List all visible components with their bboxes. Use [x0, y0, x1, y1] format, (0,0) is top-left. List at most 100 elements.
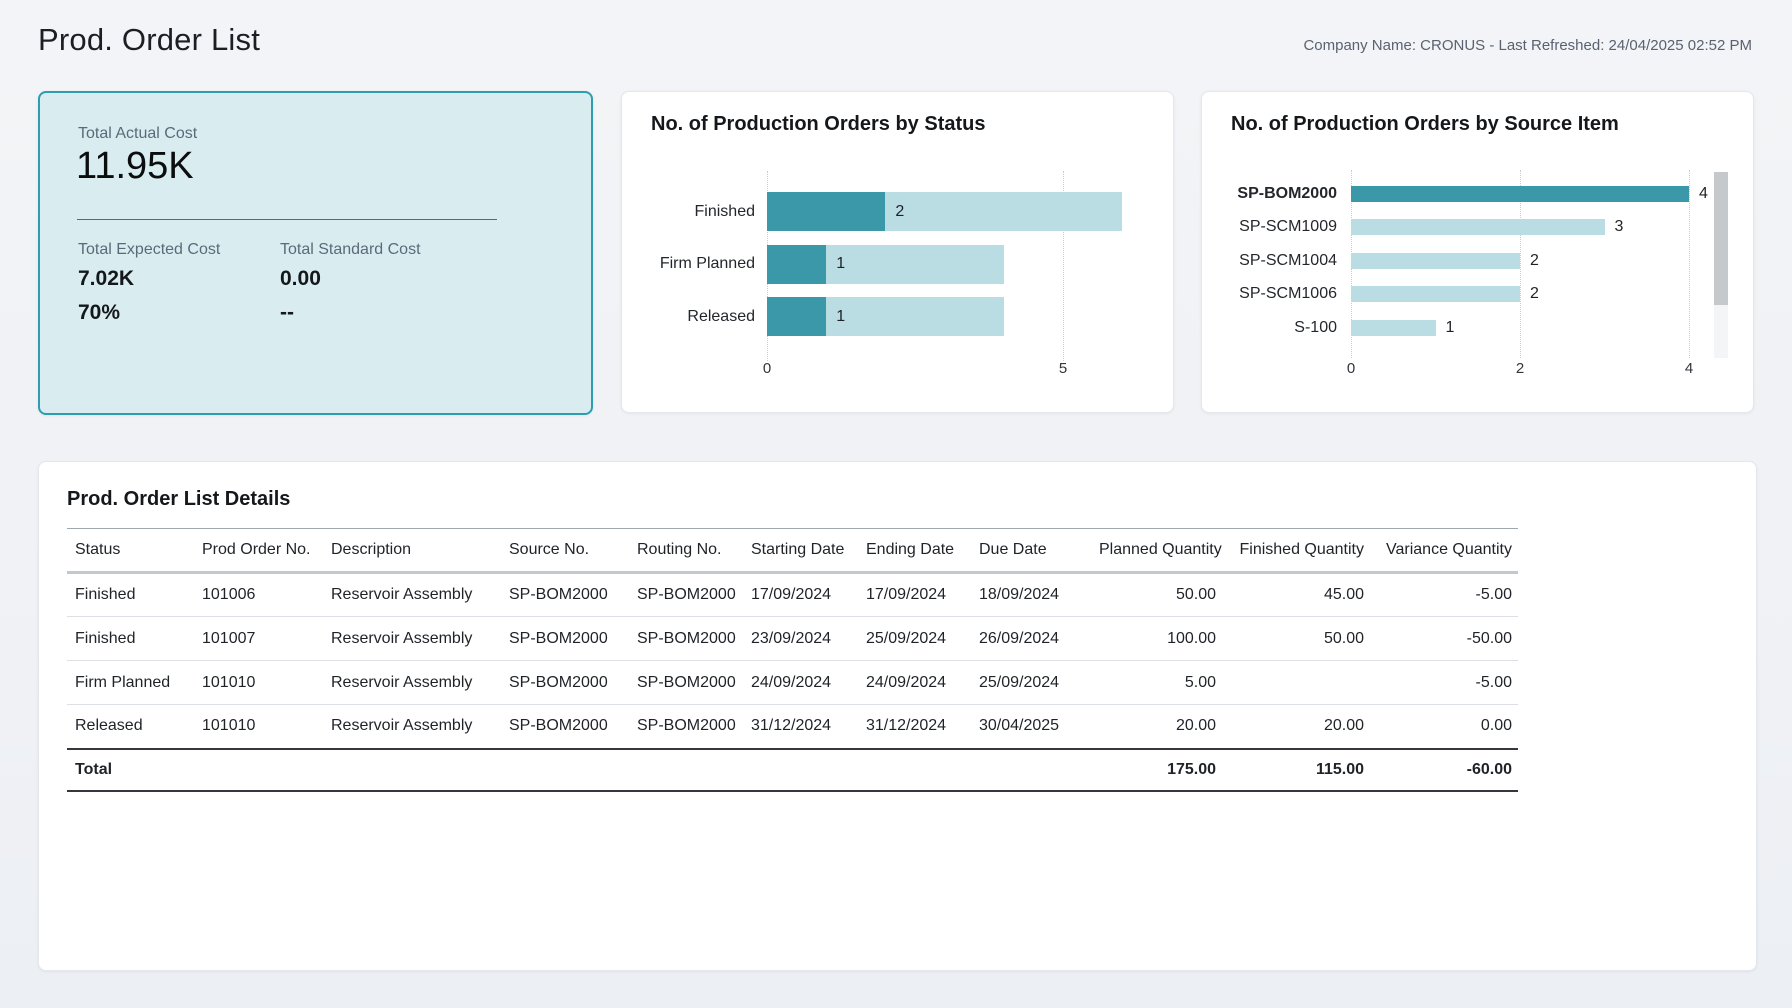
table-cell[interactable]: 31/12/2024 [858, 705, 971, 749]
bar-value-label: 1 [836, 297, 845, 336]
column-header[interactable]: Ending Date [858, 529, 971, 573]
column-header[interactable]: Variance Quantity [1370, 529, 1518, 573]
bar-value-label: 2 [1530, 245, 1539, 277]
total-cell [323, 749, 501, 791]
table-cell[interactable]: 17/09/2024 [743, 573, 858, 617]
table-cell[interactable]: 24/09/2024 [743, 661, 858, 705]
table-cell[interactable]: SP-BOM2000 [501, 661, 629, 705]
total-cell [194, 749, 323, 791]
table-cell[interactable]: 17/09/2024 [858, 573, 971, 617]
table-cell[interactable]: 101006 [194, 573, 323, 617]
table-cell[interactable]: SP-BOM2000 [501, 617, 629, 661]
table-cell[interactable]: Reservoir Assembly [323, 705, 501, 749]
table-cell[interactable]: 31/12/2024 [743, 705, 858, 749]
table-cell[interactable]: 5.00 [1099, 661, 1222, 705]
table-cell[interactable]: 25/09/2024 [971, 661, 1099, 705]
bar-value-label: 2 [895, 192, 904, 231]
column-header[interactable]: Prod Order No. [194, 529, 323, 573]
column-header[interactable]: Due Date [971, 529, 1099, 573]
total-cell [971, 749, 1099, 791]
table-cell[interactable]: 101010 [194, 661, 323, 705]
bar[interactable] [767, 245, 826, 284]
total-actual-cost-card[interactable]: Total Actual Cost 11.95K Total Expected … [38, 91, 593, 415]
table-row[interactable]: Finished101006Reservoir AssemblySP-BOM20… [67, 573, 1518, 617]
x-axis-tick-label: 4 [1669, 360, 1709, 377]
bar-track[interactable] [767, 245, 1004, 284]
bar-value-label: 2 [1530, 278, 1539, 310]
table-cell[interactable]: 20.00 [1099, 705, 1222, 749]
table-cell[interactable]: 23/09/2024 [743, 617, 858, 661]
bar-track[interactable] [767, 192, 1122, 231]
table-cell[interactable]: Finished [67, 617, 194, 661]
bar-value-label: 4 [1699, 178, 1708, 210]
bar-value-label: 1 [836, 245, 845, 284]
category-label: Finished [638, 192, 755, 231]
table-cell[interactable]: Firm Planned [67, 661, 194, 705]
table-cell[interactable]: 100.00 [1099, 617, 1222, 661]
table-cell[interactable]: 30/04/2025 [971, 705, 1099, 749]
table-cell[interactable]: -5.00 [1370, 573, 1518, 617]
table-row[interactable]: Finished101007Reservoir AssemblySP-BOM20… [67, 617, 1518, 661]
kpi-secondary-value: 0.00 [280, 267, 421, 291]
table-cell[interactable]: 18/09/2024 [971, 573, 1099, 617]
table-cell[interactable] [1222, 661, 1370, 705]
table-cell[interactable]: SP-BOM2000 [629, 661, 743, 705]
table-cell[interactable]: SP-BOM2000 [501, 573, 629, 617]
table-cell[interactable]: 50.00 [1222, 617, 1370, 661]
bar[interactable] [1351, 286, 1520, 302]
bar[interactable] [767, 192, 885, 231]
table-cell[interactable]: 25/09/2024 [858, 617, 971, 661]
table-cell[interactable]: Finished [67, 573, 194, 617]
table-cell[interactable]: Reservoir Assembly [323, 573, 501, 617]
column-header[interactable]: Finished Quantity [1222, 529, 1370, 573]
orders-by-source-item-chart: No. of Production Orders by Source Item … [1201, 91, 1754, 413]
table-cell[interactable]: 26/09/2024 [971, 617, 1099, 661]
scrollbar-thumb[interactable] [1714, 172, 1728, 305]
bar[interactable] [1351, 253, 1520, 269]
bar[interactable] [1351, 219, 1605, 235]
column-header[interactable]: Description [323, 529, 501, 573]
x-axis-tick-label: 0 [747, 360, 787, 377]
table-cell[interactable]: -50.00 [1370, 617, 1518, 661]
column-header[interactable]: Starting Date [743, 529, 858, 573]
column-header[interactable]: Source No. [501, 529, 629, 573]
bar-value-label: 3 [1615, 211, 1624, 243]
table-cell[interactable]: Reservoir Assembly [323, 661, 501, 705]
bar[interactable] [1351, 186, 1689, 202]
table-row[interactable]: Firm Planned101010Reservoir AssemblySP-B… [67, 661, 1518, 705]
page-title: Prod. Order List [38, 22, 260, 58]
table-row[interactable]: Released101010Reservoir AssemblySP-BOM20… [67, 705, 1518, 749]
chart-title: No. of Production Orders by Status [651, 113, 985, 136]
table-cell[interactable]: SP-BOM2000 [629, 573, 743, 617]
bar[interactable] [1351, 320, 1436, 336]
prod-order-details-table: StatusProd Order No.DescriptionSource No… [67, 528, 1518, 792]
table-header-row: StatusProd Order No.DescriptionSource No… [67, 529, 1518, 573]
kpi-expected-cost-group: Total Expected Cost 7.02K 70% [78, 241, 220, 325]
table-cell[interactable]: 45.00 [1222, 573, 1370, 617]
category-label: Firm Planned [638, 245, 755, 284]
table-cell[interactable]: 20.00 [1222, 705, 1370, 749]
table-cell[interactable]: 0.00 [1370, 705, 1518, 749]
bar-track[interactable] [767, 297, 1004, 336]
table-cell[interactable]: -5.00 [1370, 661, 1518, 705]
bar[interactable] [767, 297, 826, 336]
table-cell[interactable]: 101010 [194, 705, 323, 749]
grid-line [1689, 170, 1690, 358]
table-cell[interactable]: SP-BOM2000 [629, 617, 743, 661]
kpi-secondary-value: 7.02K [78, 267, 220, 291]
table-cell[interactable]: Released [67, 705, 194, 749]
category-label: S-100 [1218, 312, 1337, 344]
table-cell[interactable]: 101007 [194, 617, 323, 661]
table-cell[interactable]: 24/09/2024 [858, 661, 971, 705]
kpi-divider [77, 219, 497, 220]
total-cell [629, 749, 743, 791]
table-cell[interactable]: SP-BOM2000 [501, 705, 629, 749]
column-header[interactable]: Routing No. [629, 529, 743, 573]
prod-order-details-card: Prod. Order List Details StatusProd Orde… [38, 461, 1757, 971]
column-header[interactable]: Status [67, 529, 194, 573]
table-cell[interactable]: SP-BOM2000 [629, 705, 743, 749]
column-header[interactable]: Planned Quantity [1099, 529, 1222, 573]
total-cell: 115.00 [1222, 749, 1370, 791]
table-cell[interactable]: Reservoir Assembly [323, 617, 501, 661]
table-cell[interactable]: 50.00 [1099, 573, 1222, 617]
